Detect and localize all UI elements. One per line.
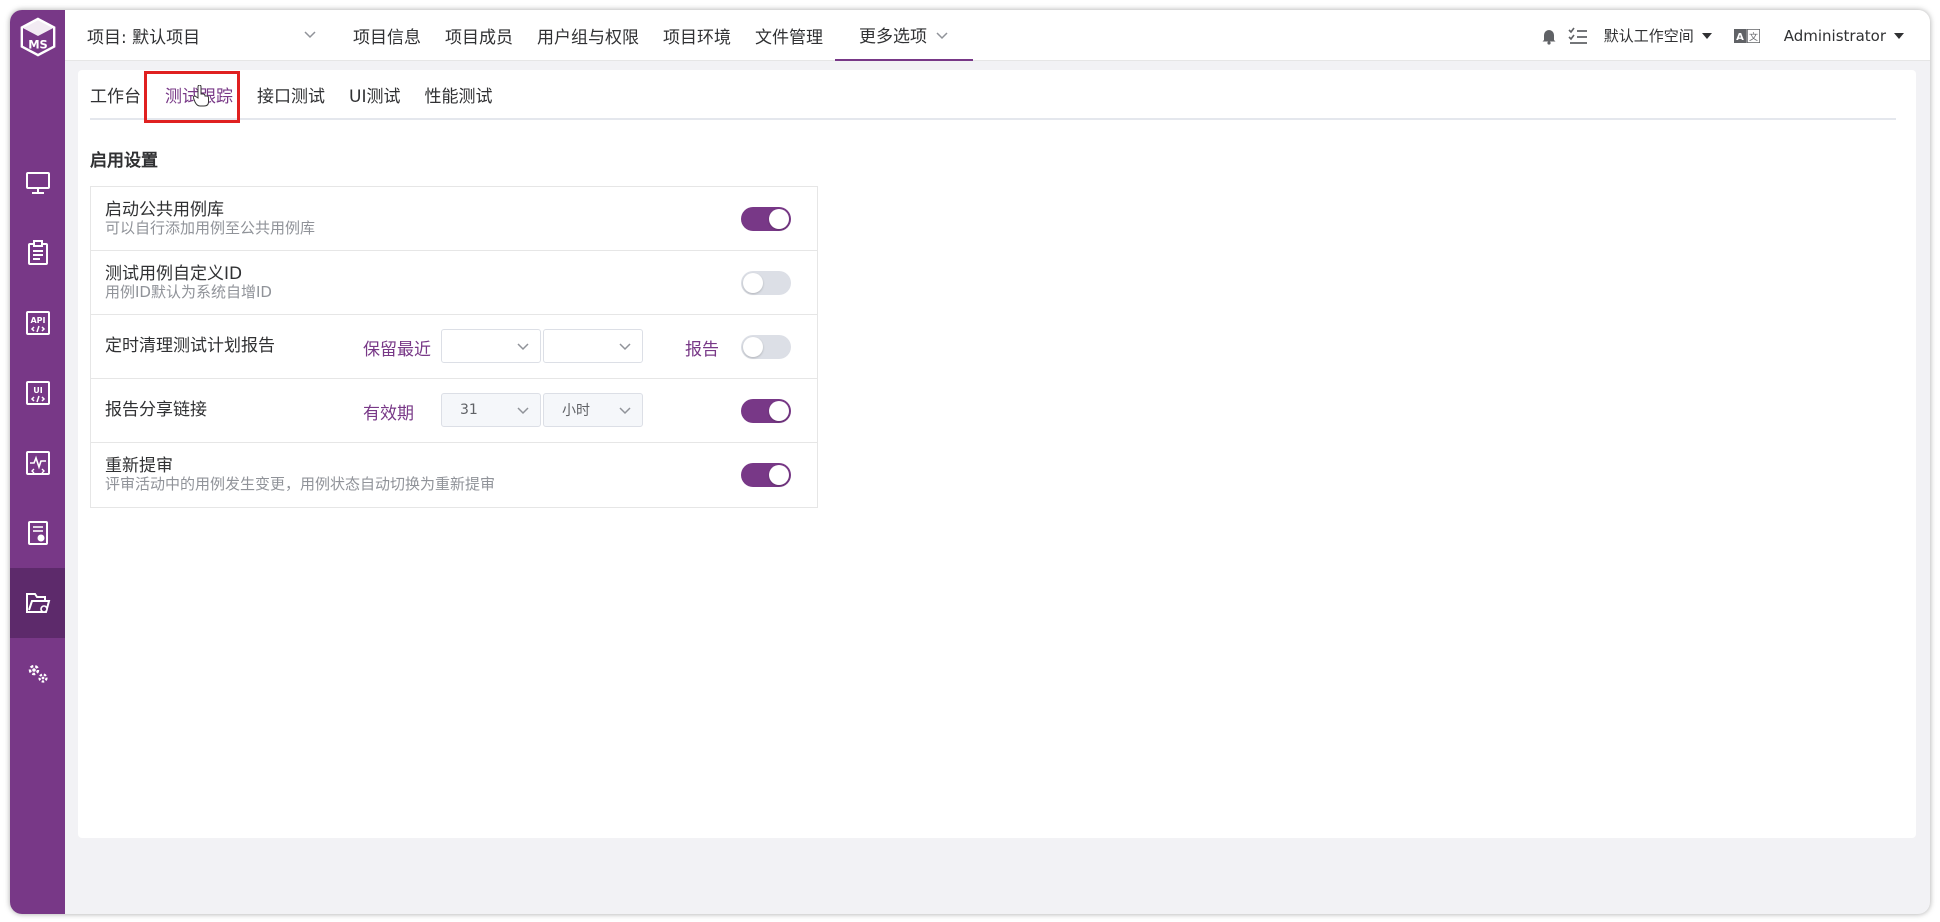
sidebar-item-report[interactable]	[10, 498, 65, 568]
project-settings-icon	[25, 593, 50, 613]
sidebar-item-project-settings[interactable]	[10, 568, 65, 638]
caret-down-icon	[1894, 32, 1904, 39]
language-icon[interactable]: A文	[1733, 28, 1760, 43]
share-link-toggle[interactable]	[741, 399, 791, 423]
sidebar: MS API UI	[10, 10, 65, 914]
logo-icon: MS	[20, 17, 56, 57]
top-header: 项目: 默认项目 项目信息 项目成员 用户组与权限 项目环境 文件管理 更多选项	[65, 10, 1930, 61]
tab-api-test[interactable]: 接口测试	[245, 71, 337, 117]
setting-title: 定时清理测试计划报告	[105, 336, 275, 356]
custom-id-toggle[interactable]	[741, 271, 791, 295]
tab-test-track[interactable]: 测试跟踪	[144, 71, 245, 123]
svg-text:MS: MS	[28, 37, 48, 51]
report-icon	[27, 521, 48, 545]
tab-ui-test[interactable]: UI测试	[337, 71, 412, 117]
svg-text:文: 文	[1749, 31, 1758, 43]
more-options-label: 更多选项	[859, 27, 927, 47]
menu-project-info[interactable]: 项目信息	[341, 10, 433, 61]
ms-logo[interactable]: MS	[17, 16, 59, 58]
tab-performance-test[interactable]: 性能测试	[412, 71, 504, 117]
valid-period-value-select[interactable]: 31	[441, 393, 541, 427]
workspace-selector[interactable]: 默认工作空间	[1604, 25, 1712, 46]
svg-text:UI: UI	[33, 386, 42, 395]
chevron-down-icon	[304, 31, 316, 39]
chevron-down-icon	[517, 407, 529, 415]
project-label: 项目: 默认项目	[87, 28, 201, 48]
performance-icon	[25, 451, 50, 475]
valid-period-unit-select[interactable]: 小时	[543, 393, 643, 427]
keep-count-select[interactable]	[441, 329, 541, 363]
setting-row-custom-id: 测试用例自定义ID 用例ID默认为系统自增ID	[91, 251, 817, 315]
menu-project-members[interactable]: 项目成员	[433, 10, 525, 61]
sidebar-item-system-settings[interactable]	[10, 638, 65, 708]
task-list-icon[interactable]	[1568, 27, 1588, 45]
chevron-down-icon	[517, 343, 529, 351]
section-title: 启用设置	[90, 151, 158, 171]
app-window: MS API UI 项目: 默认项目 项目信息 项目成员 用户组与权限 项目环境…	[10, 10, 1930, 914]
menu-file-manage[interactable]: 文件管理	[743, 10, 835, 61]
system-settings-icon	[28, 664, 48, 683]
hand-cursor-icon	[193, 85, 209, 107]
sidebar-item-test-track[interactable]	[10, 218, 65, 288]
valid-period-label: 有效期	[363, 404, 414, 424]
setting-desc: 可以自行添加用例至公共用例库	[105, 219, 316, 237]
user-menu[interactable]: Administrator	[1784, 27, 1904, 45]
keep-unit-select[interactable]	[543, 329, 643, 363]
setting-title: 报告分享链接	[105, 400, 207, 420]
chevron-down-icon	[936, 31, 948, 39]
select-value: 小时	[562, 403, 590, 419]
user-name: Administrator	[1783, 26, 1886, 45]
svg-text:A: A	[1736, 32, 1744, 43]
bell-icon[interactable]	[1540, 27, 1558, 45]
header-right: 默认工作空间 A文 Administrator	[1540, 10, 1904, 61]
keep-label: 保留最近	[363, 340, 431, 360]
report-suffix-label: 报告	[685, 340, 719, 360]
monitor-icon	[25, 172, 50, 194]
caret-down-icon	[1701, 32, 1712, 39]
chevron-down-icon	[619, 343, 631, 351]
clean-report-toggle[interactable]	[741, 335, 791, 359]
project-selector[interactable]: 项目: 默认项目	[87, 10, 317, 61]
svg-text:API: API	[30, 316, 45, 325]
sub-tabs: 工作台 测试跟踪 接口测试 UI测试 性能测试	[90, 70, 1896, 123]
setting-row-public-case: 启动公共用例库 可以自行添加用例至公共用例库	[91, 187, 817, 251]
highlight-box	[144, 71, 240, 123]
setting-row-clean-report: 定时清理测试计划报告 保留最近 报告	[91, 315, 817, 379]
sidebar-item-api[interactable]: API	[10, 288, 65, 358]
workspace-label: 默认工作空间	[1603, 27, 1694, 45]
public-case-toggle[interactable]	[741, 207, 791, 231]
menu-project-env[interactable]: 项目环境	[651, 10, 743, 61]
chevron-down-icon	[619, 407, 631, 415]
menu-user-groups[interactable]: 用户组与权限	[525, 10, 651, 61]
sidebar-item-workbench[interactable]	[10, 148, 65, 218]
ui-icon: UI	[25, 381, 50, 405]
main-card: 工作台 测试跟踪 接口测试 UI测试 性能测试 启用设置 启动公共用例库 可以自…	[78, 70, 1916, 838]
setting-desc: 评审活动中的用例发生变更，用例状态自动切换为重新提审	[105, 475, 496, 493]
sidebar-item-performance[interactable]	[10, 428, 65, 498]
top-menu: 项目信息 项目成员 用户组与权限 项目环境 文件管理 更多选项	[341, 10, 973, 61]
sidebar-item-ui-test[interactable]: UI	[10, 358, 65, 428]
api-icon: API	[25, 311, 50, 335]
clipboard-icon	[27, 240, 48, 265]
select-value: 31	[460, 402, 478, 418]
setting-row-share-link: 报告分享链接 有效期 31 小时	[91, 379, 817, 443]
setting-desc: 用例ID默认为系统自增ID	[105, 283, 272, 301]
menu-more-options[interactable]: 更多选项	[835, 10, 973, 61]
re-review-toggle[interactable]	[741, 463, 791, 487]
setting-row-re-review: 重新提审 评审活动中的用例发生变更，用例状态自动切换为重新提审	[91, 443, 817, 507]
settings-panel: 启动公共用例库 可以自行添加用例至公共用例库 测试用例自定义ID 用例ID默认为…	[90, 186, 818, 508]
